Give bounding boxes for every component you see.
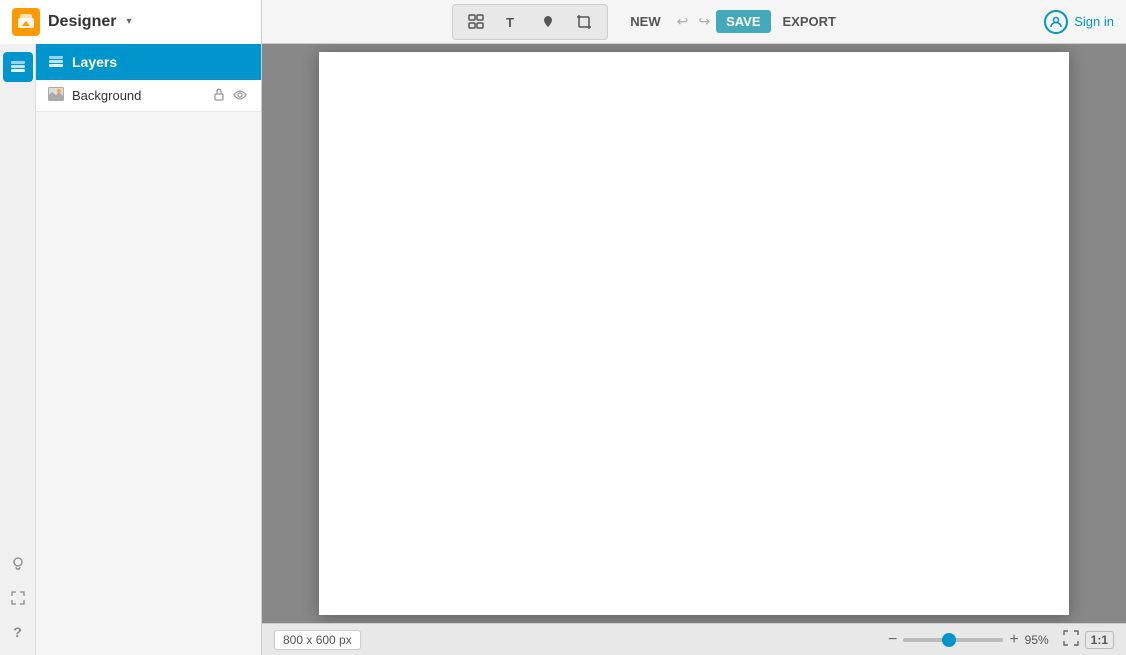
help-label: ? [13, 624, 22, 640]
layers-panel-title: Layers [72, 54, 117, 70]
icon-strip-bottom: ? [3, 549, 33, 655]
status-bar: 800 x 600 px − + 95% 1:1 [262, 623, 1126, 655]
layers-panel: Layers Background [36, 44, 262, 655]
save-button[interactable]: SAVE [716, 10, 770, 33]
lightbulb-icon[interactable] [3, 549, 33, 579]
expand-icon[interactable] [3, 583, 33, 613]
shape-tool-button[interactable] [531, 7, 565, 37]
sign-in-icon [1044, 10, 1068, 34]
sign-in-label: Sign in [1074, 14, 1114, 29]
top-bar: Designer ▾ T [0, 0, 1126, 44]
background-layer-item[interactable]: Background [36, 80, 261, 112]
canvas[interactable] [319, 52, 1069, 615]
select-tool-button[interactable] [459, 7, 493, 37]
new-button[interactable]: NEW [620, 10, 670, 33]
zoom-percent-label: 95% [1025, 633, 1057, 647]
logo-area: Designer ▾ [0, 0, 262, 44]
canvas-wrapper [262, 44, 1126, 623]
canvas-size-label: 800 x 600 px [274, 630, 361, 650]
ratio-button[interactable]: 1:1 [1085, 631, 1114, 649]
undo-button[interactable]: ↩ [673, 11, 693, 32]
icon-strip: ? [0, 44, 36, 655]
svg-text:T: T [506, 15, 514, 30]
main-content: ? Layers Background [0, 44, 1126, 655]
tool-group: T [452, 4, 608, 40]
redo-button[interactable]: ↪ [694, 11, 714, 32]
lock-icon[interactable] [211, 86, 227, 106]
layers-panel-icon [48, 54, 64, 70]
zoom-out-button[interactable]: − [888, 631, 897, 649]
text-tool-button[interactable]: T [495, 7, 529, 37]
app-title-dropdown[interactable]: ▾ [126, 16, 131, 27]
layers-panel-header: Layers [36, 44, 261, 80]
background-layer-actions [211, 86, 249, 106]
sign-in-button[interactable]: Sign in [1044, 10, 1114, 34]
eye-icon[interactable] [231, 87, 249, 105]
export-button[interactable]: EXPORT [773, 10, 846, 33]
background-layer-label: Background [72, 88, 203, 103]
crop-tool-button[interactable] [567, 7, 601, 37]
app-logo[interactable] [12, 8, 40, 36]
fit-to-screen-button[interactable] [1063, 630, 1079, 649]
layers-tab-icon[interactable] [3, 52, 33, 82]
help-icon[interactable]: ? [3, 617, 33, 647]
undo-redo-group: ↩ ↪ [673, 11, 714, 32]
zoom-controls: − + 95% 1:1 [888, 630, 1114, 649]
background-layer-icon [48, 87, 64, 104]
action-group: NEW ↩ ↪ SAVE EXPORT [620, 10, 846, 33]
app-title: Designer [48, 13, 116, 31]
canvas-area: 800 x 600 px − + 95% 1:1 [262, 44, 1126, 655]
zoom-slider[interactable] [903, 638, 1003, 642]
zoom-in-button[interactable]: + [1009, 631, 1018, 649]
main-toolbar: T NEW ↩ ↪ [262, 4, 1044, 40]
